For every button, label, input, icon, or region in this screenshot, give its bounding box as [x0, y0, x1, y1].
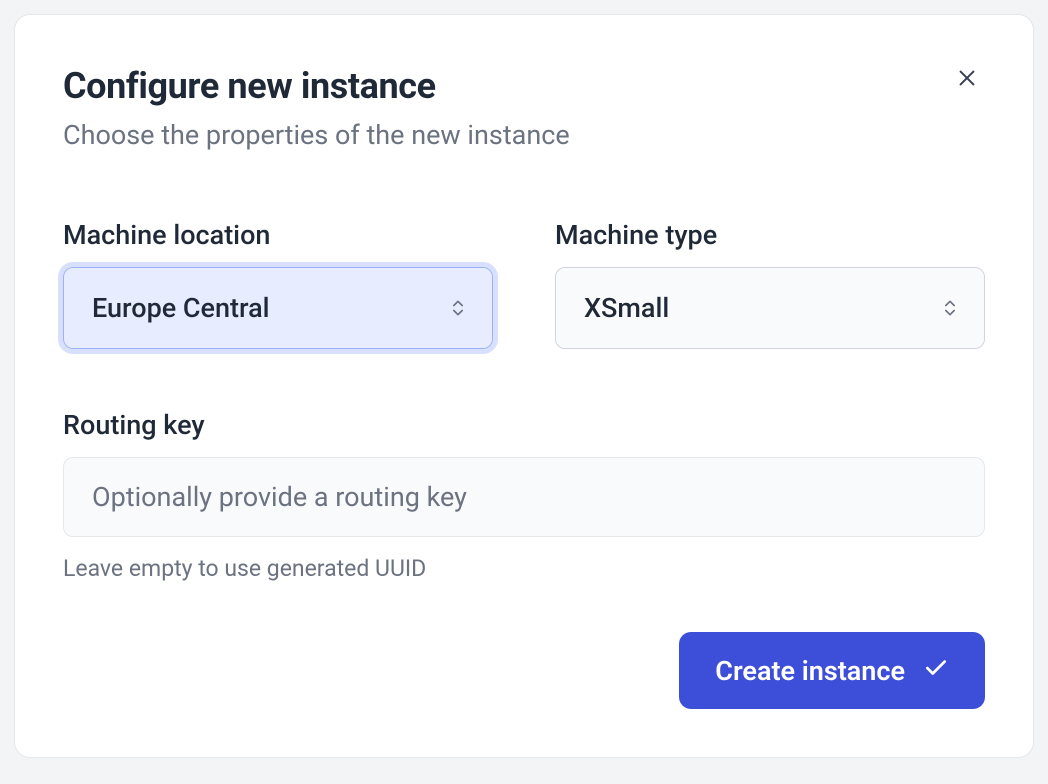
machine-location-field: Machine location Europe Central [63, 219, 493, 349]
routing-key-input[interactable] [63, 457, 985, 537]
configure-instance-dialog: Configure new instance Choose the proper… [14, 14, 1034, 758]
machine-location-value: Europe Central [92, 292, 270, 324]
machine-type-value: XSmall [584, 292, 669, 324]
create-instance-button[interactable]: Create instance [679, 632, 985, 709]
dialog-subtitle: Choose the properties of the new instanc… [63, 119, 985, 151]
dialog-title: Configure new instance [63, 65, 985, 107]
routing-key-field: Routing key Leave empty to use generated… [63, 409, 985, 582]
routing-key-helper: Leave empty to use generated UUID [63, 555, 985, 582]
create-instance-label: Create instance [715, 655, 905, 687]
machine-type-label: Machine type [555, 219, 985, 251]
routing-key-label: Routing key [63, 409, 985, 441]
dialog-actions: Create instance [679, 632, 985, 709]
chevron-up-down-icon [448, 298, 468, 318]
close-button[interactable] [949, 61, 985, 97]
machine-type-field: Machine type XSmall [555, 219, 985, 349]
check-icon [923, 654, 949, 687]
machine-location-select[interactable]: Europe Central [63, 267, 493, 349]
machine-type-select[interactable]: XSmall [555, 267, 985, 349]
form-row: Machine location Europe Central Machine … [63, 219, 985, 349]
machine-location-label: Machine location [63, 219, 493, 251]
chevron-up-down-icon [940, 298, 960, 318]
close-icon [956, 67, 978, 92]
